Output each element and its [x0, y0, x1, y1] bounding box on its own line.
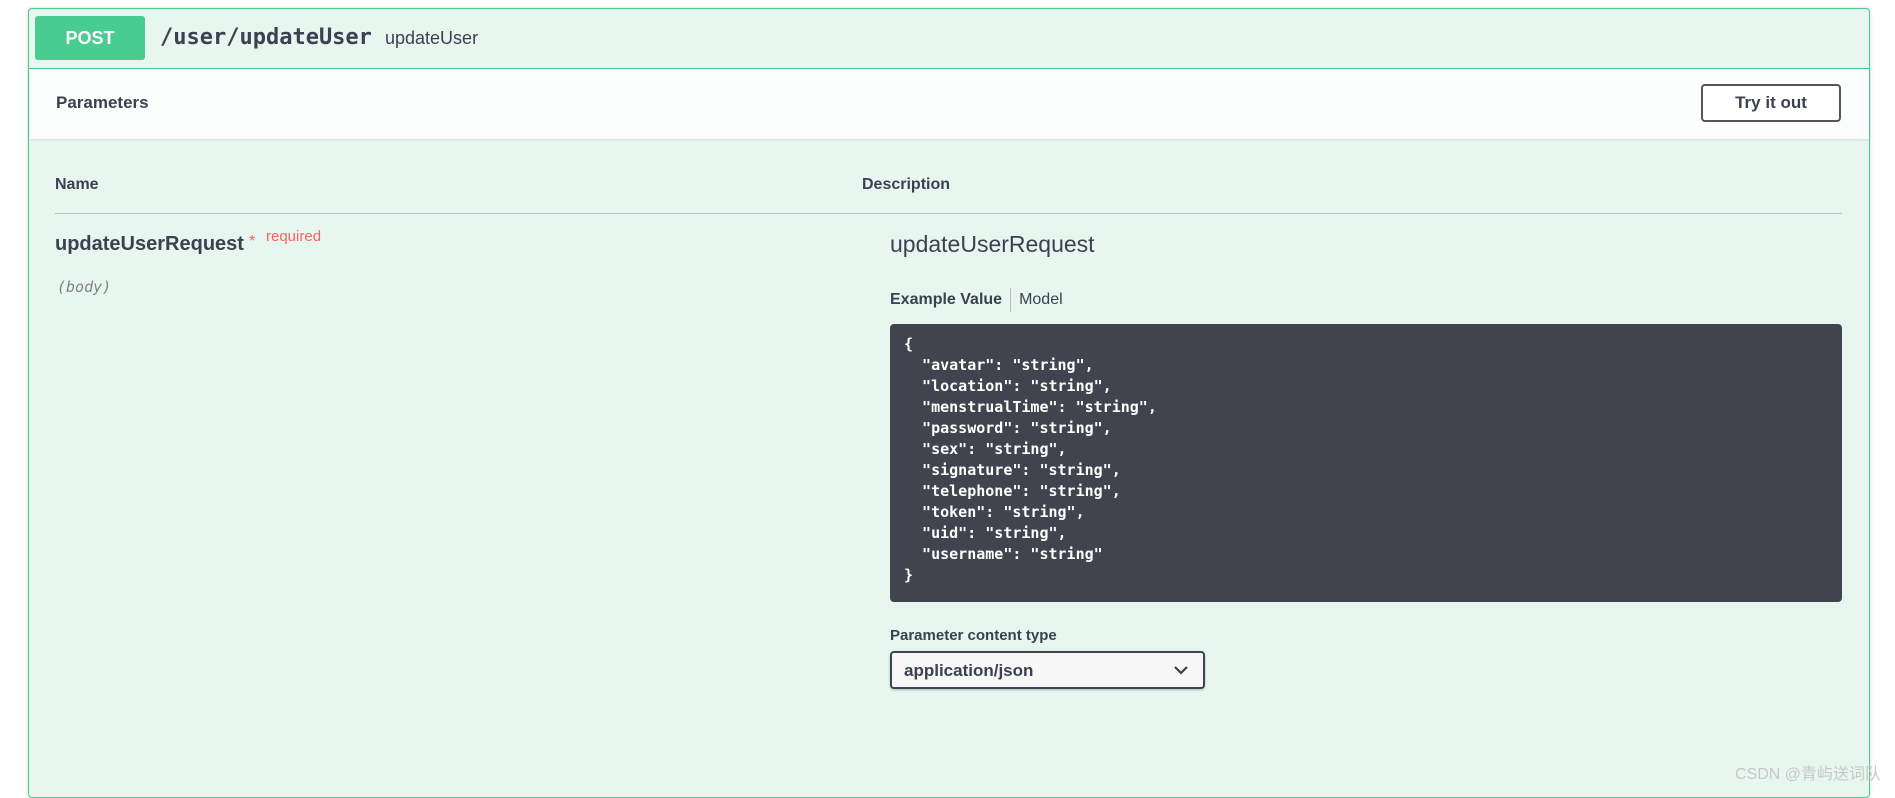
- example-tabs: Example Value Model: [890, 288, 1063, 312]
- content-type-select[interactable]: application/json: [890, 651, 1205, 689]
- param-location: (body): [57, 278, 112, 296]
- endpoint-path: /user/updateUser: [160, 25, 372, 50]
- operation-summary[interactable]: POST /user/updateUser updateUser: [29, 9, 1869, 69]
- content-type-label: Parameter content type: [890, 627, 1057, 644]
- column-header-description: Description: [862, 176, 951, 193]
- required-star: *: [249, 233, 256, 250]
- operation-id: updateUser: [385, 28, 479, 48]
- required-label: required: [266, 228, 322, 245]
- watermark: CSDN @青屿送词队: [1734, 766, 1881, 783]
- content-type-value: application/json: [904, 661, 1034, 680]
- tab-separator: [1010, 288, 1012, 312]
- header-divider: [55, 213, 1842, 214]
- parameters-header: Parameters Try it out: [29, 69, 1869, 139]
- example-json-code[interactable]: { "avatar": "string", "location": "strin…: [890, 324, 1842, 602]
- param-name: updateUserRequest: [55, 233, 244, 255]
- column-header-name: Name: [55, 176, 99, 193]
- tab-example-value[interactable]: Example Value: [890, 291, 1002, 308]
- try-it-out-button[interactable]: Try it out: [1701, 84, 1841, 122]
- parameters-title: Parameters: [56, 93, 149, 112]
- chevron-down-icon: [1174, 666, 1188, 675]
- method-badge: POST: [35, 16, 145, 60]
- tab-model[interactable]: Model: [1019, 291, 1063, 308]
- param-description: updateUserRequest: [890, 231, 1095, 257]
